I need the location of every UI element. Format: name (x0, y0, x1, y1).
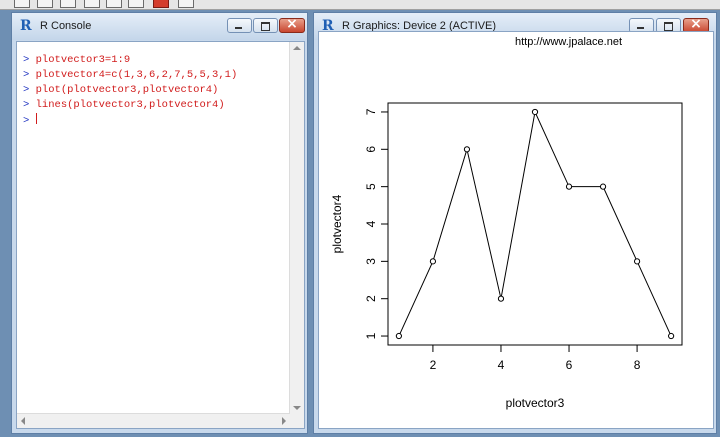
copy-button[interactable] (84, 0, 100, 8)
console-prompt: > (23, 69, 30, 81)
print-button[interactable] (178, 0, 194, 8)
console-command: plot(plotvector3,plotvector4) (35, 84, 219, 96)
data-point (633, 258, 641, 265)
scroll-up-arrow-icon[interactable] (293, 46, 301, 50)
x-tick-label: 2 (430, 358, 437, 372)
series-line (398, 110, 672, 337)
copy-paste-button[interactable] (128, 0, 144, 8)
console-titlebar[interactable]: R R Console (12, 13, 307, 40)
rgui-toolbar (0, 0, 720, 10)
console-input-line[interactable]: > (23, 113, 237, 129)
y-tick-label: 1 (364, 332, 378, 339)
x-tick-label: 4 (498, 358, 505, 372)
r-console-window: R R Console > plotvector3=1:9> plotvecto… (11, 12, 308, 434)
y-tick-label: 4 (364, 220, 378, 227)
y-tick-label: 6 (364, 146, 378, 153)
scroll-down-arrow-icon[interactable] (293, 406, 301, 410)
minimize-icon (228, 19, 251, 32)
plot-box (387, 102, 683, 346)
data-point (531, 108, 539, 116)
y-axis-label: plotvector4 (330, 194, 344, 253)
save-workspace-button[interactable] (60, 0, 76, 8)
y-tick-label: 5 (364, 183, 378, 190)
console-line: > plotvector3=1:9 (23, 53, 237, 68)
y-tick-label: 3 (364, 258, 378, 265)
console-prompt: > (23, 54, 30, 66)
graphics-canvas[interactable]: http://www.jpalace.net 2468 1234567 plot… (318, 31, 714, 429)
data-point (565, 183, 573, 190)
r-graphics-window: R R Graphics: Device 2 (ACTIVE) http://w… (313, 12, 717, 434)
console-horizontal-scrollbar[interactable] (17, 413, 290, 428)
console-title: R Console (40, 20, 92, 32)
close-icon (280, 16, 304, 32)
data-point (429, 258, 437, 265)
console-prompt: > (23, 99, 30, 111)
console-command: plotvector3=1:9 (35, 54, 131, 66)
x-axis: 2 4 6 8 (430, 345, 641, 372)
console-line: > plot(plotvector3,plotvector4) (23, 83, 237, 98)
y-axis: 1 2 3 4 5 6 7 (364, 108, 388, 339)
scroll-right-arrow-icon[interactable] (282, 417, 286, 425)
x-axis-label: plotvector3 (506, 396, 565, 410)
r-logo-icon: R (20, 18, 32, 34)
load-workspace-button[interactable] (37, 0, 53, 8)
x-tick-label: 8 (634, 358, 641, 372)
paste-button[interactable] (106, 0, 122, 8)
console-line: > lines(plotvector3,plotvector4) (23, 98, 237, 113)
text-cursor (35, 113, 37, 124)
console-close-button[interactable] (279, 16, 305, 33)
scrollbar-corner (290, 414, 304, 428)
console-vertical-scrollbar[interactable] (289, 42, 304, 414)
y-tick-label: 7 (364, 108, 378, 115)
data-point (599, 183, 607, 190)
data-point (395, 332, 402, 340)
scroll-left-arrow-icon[interactable] (21, 417, 25, 425)
x-tick-label: 6 (566, 358, 573, 372)
data-point (497, 295, 505, 302)
console-output: > plotvector3=1:9 > plotvector4=c(1,3,6,2… (23, 53, 237, 129)
console-prompt: > (23, 84, 30, 96)
plot-area: 2 4 6 8 1 2 3 4 5 6 7 plotvector3 plotvector4 (330, 102, 683, 410)
y-tick-label: 2 (364, 295, 378, 302)
maximize-icon (254, 19, 277, 32)
console-text-area[interactable]: > plotvector3=1:9 > plotvector4=c(1,3,6,2… (16, 41, 305, 429)
console-line: > plotvector4=c(1,3,6,2,7,5,5,3,1) (23, 68, 237, 83)
console-command: lines(plotvector3,plotvector4) (35, 99, 225, 111)
console-command: plotvector4=c(1,3,6,2,7,5,5,3,1) (35, 69, 238, 81)
data-point (668, 332, 675, 340)
open-script-button[interactable] (14, 0, 30, 8)
console-maximize-button[interactable] (253, 18, 278, 33)
data-point (463, 146, 471, 153)
console-minimize-button[interactable] (227, 18, 252, 33)
series-plotvector4 (395, 108, 675, 340)
console-prompt: > (23, 115, 30, 127)
stop-button[interactable] (153, 0, 169, 8)
